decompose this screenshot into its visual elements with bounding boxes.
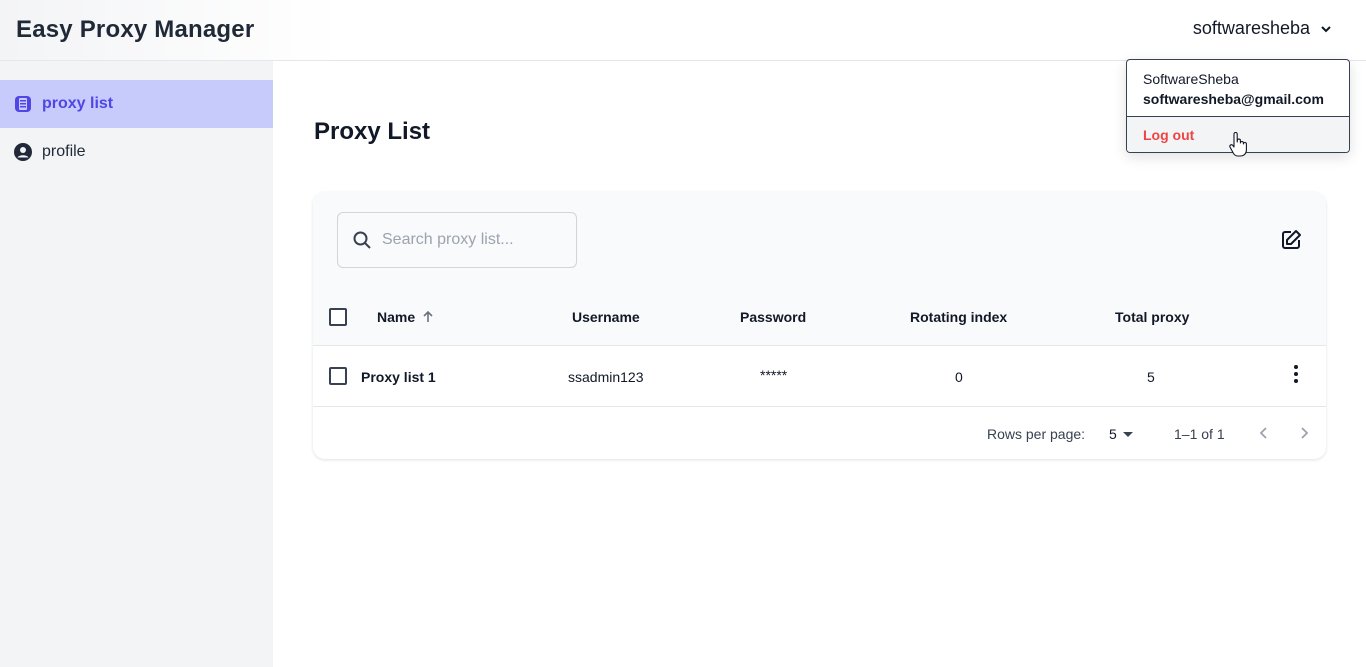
column-header-password[interactable]: Password (740, 309, 806, 325)
search-field[interactable] (337, 212, 577, 268)
rows-per-page-select[interactable]: 5 (1109, 426, 1133, 442)
cell-total-proxy: 5 (1147, 369, 1155, 385)
proxy-list-icon (14, 95, 32, 113)
search-icon (353, 231, 371, 249)
dropdown-email: softwaresheba@gmail.com (1143, 91, 1324, 107)
proxy-table-card: Name Username Password Rotating index To… (313, 192, 1326, 459)
chevron-right-icon[interactable] (1295, 424, 1313, 442)
sidebar-item-profile[interactable]: profile (0, 128, 273, 176)
more-vert-icon[interactable] (1286, 364, 1306, 384)
search-input[interactable] (382, 231, 562, 249)
column-header-label: Name (377, 309, 416, 325)
column-header-rotating-index[interactable]: Rotating index (910, 309, 1007, 325)
user-circle-icon (14, 143, 32, 161)
chevron-down-icon (1321, 25, 1331, 32)
sidebar-item-proxy-list[interactable]: proxy list (0, 80, 273, 128)
chevron-left-icon[interactable] (1255, 424, 1273, 442)
page-title: Proxy List (314, 118, 431, 145)
top-header: Easy Proxy Manager softwaresheba (0, 0, 1366, 61)
cell-username: ssadmin123 (568, 369, 644, 385)
sidebar-item-label: profile (42, 143, 86, 160)
hand-pointer-icon (1229, 132, 1247, 157)
pagination-range: 1–1 of 1 (1174, 426, 1225, 442)
user-menu-button[interactable]: softwaresheba (1193, 18, 1332, 39)
caret-down-icon (1122, 432, 1133, 437)
cell-rotating-index: 0 (955, 369, 963, 385)
arrow-up-icon (423, 310, 433, 322)
column-header-total-proxy[interactable]: Total proxy (1115, 309, 1189, 325)
row-divider (313, 345, 1326, 346)
select-all-checkbox[interactable] (329, 308, 347, 326)
edit-icon[interactable] (1280, 229, 1302, 251)
sidebar: proxy list profile (0, 61, 273, 667)
cell-password: ***** (760, 367, 788, 383)
dropdown-display-name: SoftwareSheba (1143, 71, 1239, 87)
rows-per-page-label: Rows per page: (987, 426, 1086, 442)
app-title: Easy Proxy Manager (16, 16, 255, 43)
cell-name: Proxy list 1 (361, 369, 436, 385)
row-divider (313, 406, 1326, 407)
sidebar-item-label: proxy list (42, 95, 114, 112)
column-header-username[interactable]: Username (572, 309, 640, 325)
column-header-name[interactable]: Name (377, 309, 435, 325)
rows-per-page-value: 5 (1109, 426, 1117, 442)
row-checkbox[interactable] (329, 367, 347, 385)
username-label: softwaresheba (1192, 18, 1310, 38)
